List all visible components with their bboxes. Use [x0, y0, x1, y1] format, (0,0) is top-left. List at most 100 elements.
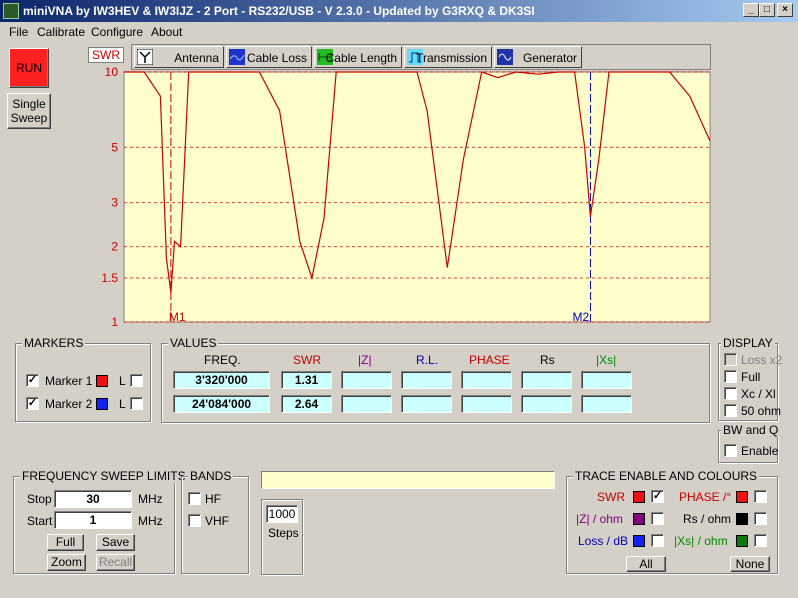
ohm50-checkbox[interactable]: [724, 404, 737, 417]
bwq-enable-checkbox[interactable]: [724, 444, 737, 457]
antenna-icon: [137, 49, 153, 65]
vhf-checkbox[interactable]: [188, 514, 201, 527]
full-checkbox[interactable]: [724, 370, 737, 383]
ohm50-label: 50 ohm: [741, 404, 782, 418]
menu-file[interactable]: File: [9, 25, 28, 39]
y-tick-label: 3: [111, 196, 118, 210]
full-button[interactable]: Full: [47, 534, 84, 551]
single-sweep-label-2: Sweep: [10, 111, 48, 125]
swr-chart[interactable]: 10 5 3 2 1.5 1 M1 M2: [90, 66, 714, 328]
trace-xs-color[interactable]: [736, 535, 748, 547]
stop-unit: MHz: [138, 492, 163, 506]
minimize-button[interactable]: _: [743, 3, 759, 17]
bwq-title: BW and Q: [721, 423, 781, 437]
tab-cable-length-label: Cable Length: [325, 51, 397, 65]
trace-rs-checkbox[interactable]: [754, 512, 767, 525]
none-button[interactable]: None: [730, 556, 770, 572]
marker1-label: Marker 1: [45, 374, 93, 388]
header-phase: PHASE: [469, 353, 510, 367]
generator-icon: [497, 49, 513, 65]
trace-phase-checkbox[interactable]: [754, 490, 767, 503]
menu-calibrate[interactable]: Calibrate: [37, 25, 85, 39]
menu-configure[interactable]: Configure: [91, 25, 143, 39]
marker1-l-label: L: [119, 374, 126, 388]
close-button[interactable]: ×: [777, 3, 793, 17]
marker-label-m1: M1: [169, 310, 186, 324]
marker1-checkbox[interactable]: ✓: [26, 374, 39, 387]
y-tick-label: 5: [111, 140, 118, 154]
tab-cable-loss[interactable]: Cable Loss: [226, 46, 312, 68]
m1-z-value: [341, 371, 392, 389]
tab-generator-label: Generator: [522, 51, 577, 65]
tab-antenna-label: Antenna: [174, 51, 219, 65]
run-button[interactable]: RUN: [9, 48, 49, 88]
steps-label: Steps: [268, 526, 299, 540]
trace-xs-label: |Xs| / ohm: [674, 534, 728, 548]
freq-sweep-group: FREQUENCY SWEEP LIMITS Stop 30 MHz Start…: [13, 469, 188, 574]
loss-x2-checkbox[interactable]: [724, 353, 737, 366]
tab-cable-length[interactable]: Cable Length: [314, 46, 402, 68]
display-group: DISPLAY Loss x2 Full Xc / Xl 50 ohm: [718, 336, 782, 421]
zoom-button[interactable]: Zoom: [47, 554, 86, 571]
status-bar: [261, 471, 555, 489]
plot-area: [123, 71, 711, 323]
trace-loss-color[interactable]: [633, 535, 645, 547]
single-sweep-label-1: Single: [12, 97, 46, 111]
markers-title: MARKERS: [22, 336, 86, 350]
trace-swr-color[interactable]: [633, 491, 645, 503]
maximize-button[interactable]: □: [759, 3, 775, 17]
trace-phase-color[interactable]: [736, 491, 748, 503]
m1-phase-value: [461, 371, 512, 389]
header-freq: FREQ.: [204, 353, 241, 367]
trace-rs-color[interactable]: [736, 513, 748, 525]
tab-generator[interactable]: Generator: [494, 46, 582, 68]
start-freq-input[interactable]: 1: [54, 511, 132, 529]
header-swr: SWR: [293, 353, 321, 367]
marker2-l-label: L: [119, 397, 126, 411]
tab-transmission-label: Transmission: [416, 51, 487, 65]
marker2-label: Marker 2: [45, 397, 93, 411]
header-z: |Z|: [358, 353, 372, 367]
marker2-checkbox[interactable]: ✓: [26, 397, 39, 410]
xcxl-checkbox[interactable]: [724, 387, 737, 400]
hf-checkbox[interactable]: [188, 492, 201, 505]
marker1-color[interactable]: [96, 375, 108, 387]
m2-rs-value: [521, 395, 572, 413]
m1-rs-value: [521, 371, 572, 389]
all-button[interactable]: All: [626, 556, 666, 572]
values-group: VALUES FREQ. SWR |Z| R.L. PHASE Rs |Xs| …: [161, 336, 710, 423]
m2-xs-value: [581, 395, 632, 413]
save-button[interactable]: Save: [96, 534, 135, 551]
tab-cable-loss-label: Cable Loss: [246, 51, 307, 65]
trace-loss-checkbox[interactable]: [651, 534, 664, 547]
marker1-l-checkbox[interactable]: [130, 374, 143, 387]
single-sweep-button[interactable]: Single Sweep: [7, 93, 51, 129]
markers-group: MARKERS ✓ Marker 1 L ✓ Marker 2 L: [15, 336, 151, 422]
trace-z-checkbox[interactable]: [651, 512, 664, 525]
recall-button: Recall: [96, 554, 135, 571]
y-tick-label: 10: [105, 66, 119, 79]
trace-z-color[interactable]: [633, 513, 645, 525]
start-unit: MHz: [138, 514, 163, 528]
trace-xs-checkbox[interactable]: [754, 534, 767, 547]
values-title: VALUES: [168, 336, 219, 350]
steps-input[interactable]: 1000: [266, 505, 298, 523]
bwq-group: BW and Q Enable: [718, 423, 781, 463]
trace-z-label: |Z| / ohm: [576, 512, 623, 526]
stop-freq-input[interactable]: 30: [54, 490, 132, 508]
hf-label: HF: [205, 492, 221, 506]
steps-group: 1000 Steps: [261, 499, 303, 575]
tab-transmission[interactable]: Transmission: [404, 46, 492, 68]
trace-rs-label: Rs / ohm: [683, 512, 732, 526]
tab-antenna[interactable]: Antenna: [134, 46, 224, 68]
menu-about[interactable]: About: [151, 25, 182, 39]
marker2-color[interactable]: [96, 398, 108, 410]
m1-xs-value: [581, 371, 632, 389]
full-label: Full: [741, 370, 761, 384]
m2-rl-value: [401, 395, 452, 413]
trace-swr-checkbox[interactable]: ✓: [651, 490, 664, 503]
marker2-l-checkbox[interactable]: [130, 397, 143, 410]
y-tick-label: 1.5: [101, 271, 118, 285]
y-tick-label: 2: [111, 240, 118, 254]
freq-sweep-title: FREQUENCY SWEEP LIMITS: [20, 469, 188, 483]
